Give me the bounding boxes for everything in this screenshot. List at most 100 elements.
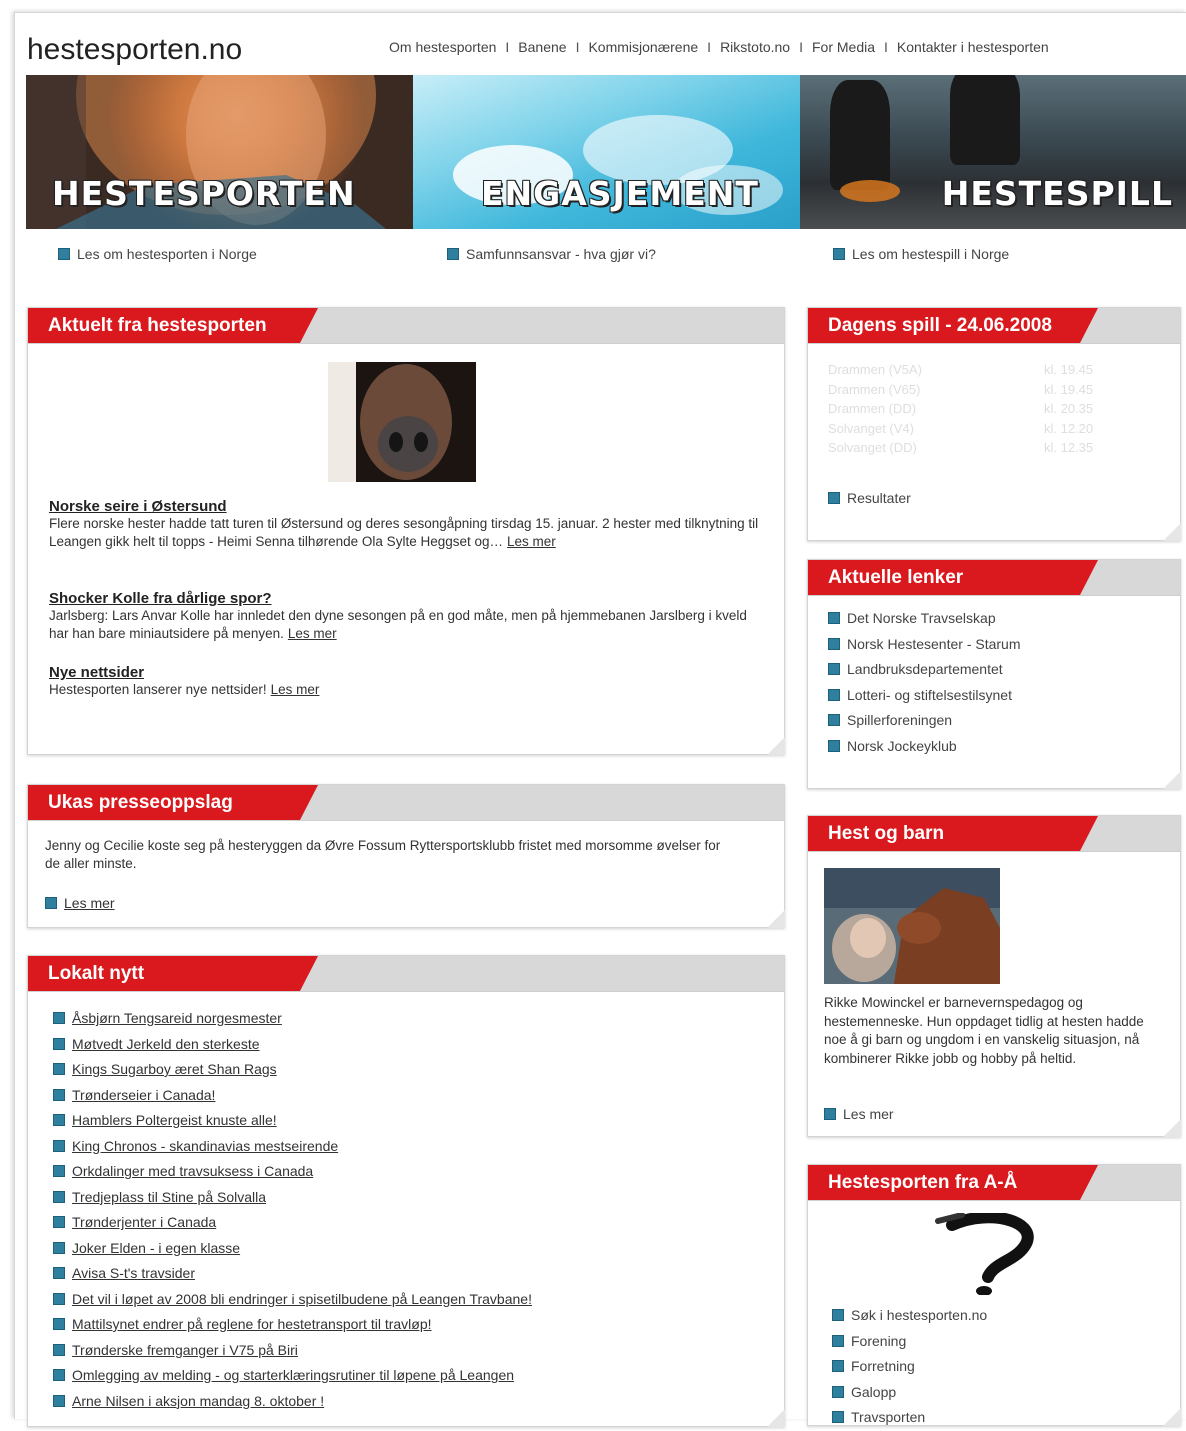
bullet-icon: [53, 1318, 65, 1330]
list-item[interactable]: Norsk Hestesenter - Starum: [828, 632, 1021, 658]
box-title: Ukas presseoppslag: [28, 785, 318, 820]
bullet-icon: [53, 1394, 65, 1407]
list-item[interactable]: Forening: [832, 1329, 987, 1355]
banner-row: HESTESPORTEN ENGASJEMENT HESTESPILL: [26, 75, 1186, 229]
local-news-list: Åsbjørn Tengsareid norgesmester Møtvedt …: [53, 1006, 532, 1414]
bullet-icon: [53, 1012, 65, 1024]
game-row[interactable]: Solvanget (V4) kl. 12.20: [828, 419, 1093, 439]
list-item: Trønderske fremganger i V75 på Biri: [53, 1338, 532, 1364]
list-item[interactable]: Søk i hestesporten.no: [832, 1303, 987, 1329]
nav-for-media[interactable]: For Media: [812, 39, 875, 55]
results-link[interactable]: Resultater: [828, 490, 911, 506]
nav-kommisjonaerene[interactable]: Kommisjonærene: [588, 39, 698, 55]
list-item: Hamblers Poltergeist knuste alle!: [53, 1108, 532, 1134]
presse-read-more[interactable]: Les mer: [45, 895, 115, 911]
hest-og-barn-box: Hest og barn Rikke Mowinckel er barnever…: [807, 815, 1181, 1137]
bullet-icon: [447, 248, 459, 260]
aktuelt-box: Aktuelt fra hestesporten Norske seire i …: [27, 307, 785, 755]
nav-rikstoto[interactable]: Rikstoto.no: [720, 39, 790, 55]
read-more-link[interactable]: Les mer: [507, 534, 556, 549]
site-logo[interactable]: hestesporten.no: [27, 33, 242, 67]
local-news-link[interactable]: Kings Sugarboy æret Shan Rags: [72, 1061, 277, 1077]
nav-banene[interactable]: Banene: [518, 39, 566, 55]
game-name: Drammen (DD): [828, 401, 917, 416]
banner-link-engasjement[interactable]: Samfunnsansvar - hva gjør vi?: [447, 246, 656, 262]
bullet-icon: [833, 248, 845, 260]
local-news-link[interactable]: Det vil i løpet av 2008 bli endringer i …: [72, 1291, 532, 1307]
game-row[interactable]: Drammen (DD) kl. 20.35: [828, 399, 1093, 419]
banner-hestesporten[interactable]: HESTESPORTEN: [26, 75, 413, 229]
banner-link-hestesporten[interactable]: Les om hestesporten i Norge: [58, 246, 257, 262]
presse-box: Ukas presseoppslag Jenny og Cecilie kost…: [27, 784, 785, 928]
list-item[interactable]: Landbruksdepartementet: [828, 657, 1021, 683]
hoof-shape: [830, 80, 890, 190]
bullet-icon: [53, 1037, 65, 1050]
link-label: Travsporten: [851, 1409, 926, 1425]
game-row[interactable]: Drammen (V5A) kl. 19.45: [828, 360, 1093, 380]
list-item: Orkdalinger med travsuksess i Canada: [53, 1159, 532, 1185]
banner-link-hestespill[interactable]: Les om hestespill i Norge: [833, 246, 1009, 262]
local-news-link[interactable]: Åsbjørn Tengsareid norgesmester: [72, 1010, 282, 1026]
list-item: Det vil i løpet av 2008 bli endringer i …: [53, 1287, 532, 1313]
bullet-icon: [53, 1292, 65, 1305]
link-label: Spillerforeningen: [847, 712, 953, 728]
local-news-link[interactable]: Joker Elden - i egen klasse: [72, 1240, 240, 1256]
read-more-link[interactable]: Les mer: [271, 682, 320, 697]
lokalt-box: Lokalt nytt Åsbjørn Tengsareid norgesmes…: [27, 955, 785, 1427]
link-label: Norsk Hestesenter - Starum: [847, 635, 1021, 652]
local-news-link[interactable]: Omlegging av melding - og starterklæring…: [72, 1367, 514, 1383]
local-news-link[interactable]: Orkdalinger med travsuksess i Canada: [72, 1163, 313, 1179]
nav-separator: I: [575, 39, 580, 55]
link-label: Les om hestespill i Norge: [852, 246, 1010, 262]
local-news-link[interactable]: Tredjeplass til Stine på Solvalla: [72, 1189, 266, 1205]
hest-og-barn-read-more[interactable]: Les mer: [824, 1106, 894, 1122]
local-news-link[interactable]: Trønderseier i Canada!: [72, 1087, 215, 1103]
nav-kontakter[interactable]: Kontakter i hestesporten: [897, 39, 1049, 55]
banner-hestespill[interactable]: HESTESPILL: [800, 75, 1186, 229]
a-aa-list: Søk i hestesporten.no Forening Forretnin…: [832, 1303, 987, 1431]
local-news-link[interactable]: Møtvedt Jerkeld den sterkeste: [72, 1036, 260, 1052]
list-item[interactable]: Norsk Jockeyklub: [828, 734, 1021, 760]
list-item[interactable]: Forretning: [832, 1354, 987, 1380]
banner-title: HESTESPILL: [941, 174, 1173, 213]
page: hestesporten.no Om hestesporten I Banene I K…: [14, 12, 1186, 1427]
bullet-icon: [828, 492, 840, 504]
link-label: Les mer: [843, 1106, 894, 1122]
bullet-icon: [828, 739, 840, 752]
list-item: Arne Nilsen i aksjon mandag 8. oktober !: [53, 1389, 532, 1415]
list-item[interactable]: Det Norske Travselskap: [828, 606, 1021, 632]
nav-separator: I: [707, 39, 712, 55]
box-header: Aktuelle lenker: [808, 560, 1180, 596]
hest-og-barn-text: Rikke Mowinckel er barnevernspedagog og …: [824, 995, 1144, 1066]
game-name: Drammen (V65): [828, 381, 921, 397]
news-title[interactable]: Nye nettsider: [49, 664, 763, 681]
list-item: Møtvedt Jerkeld den sterkeste: [53, 1032, 532, 1058]
news-title[interactable]: Norske seire i Østersund: [49, 498, 763, 515]
game-row[interactable]: Drammen (V65) kl. 19.45: [828, 380, 1093, 400]
local-news-link[interactable]: Avisa S-t's travsider: [72, 1265, 195, 1281]
bullet-icon: [832, 1309, 844, 1321]
game-row[interactable]: Solvanget (DD) kl. 12.35: [828, 438, 1093, 458]
list-item[interactable]: Galopp: [832, 1380, 987, 1406]
bullet-icon: [53, 1216, 65, 1228]
bullet-icon: [53, 1114, 65, 1126]
list-item[interactable]: Lotteri- og stiftelsestilsynet: [828, 683, 1021, 709]
news-text: Jarlsberg: Lars Anvar Kolle har innledet…: [49, 608, 747, 641]
news-title[interactable]: Shocker Kolle fra dårlige spor?: [49, 590, 763, 607]
local-news-link[interactable]: King Chronos - skandinavias mestseirende: [72, 1138, 338, 1154]
games-list: Drammen (V5A) kl. 19.45 Drammen (V65) kl. …: [828, 360, 1093, 458]
local-news-link[interactable]: Arne Nilsen i aksjon mandag 8. oktober !: [72, 1393, 324, 1409]
box-title: Aktuelt fra hestesporten: [28, 308, 318, 343]
link-label: Forretning: [851, 1358, 915, 1374]
read-more-link[interactable]: Les mer: [288, 626, 337, 641]
nav-om-hestesporten[interactable]: Om hestesporten: [389, 39, 496, 55]
local-news-link[interactable]: Trønderske fremganger i V75 på Biri: [72, 1342, 298, 1358]
read-more-link[interactable]: Les mer: [64, 895, 115, 911]
list-item[interactable]: Spillerforeningen: [828, 708, 1021, 734]
local-news-link[interactable]: Mattilsynet endrer på reglene for hestet…: [72, 1316, 432, 1332]
banner-engasjement[interactable]: ENGASJEMENT: [413, 75, 800, 229]
dagens-spill-box: Dagens spill - 24.06.2008 Drammen (V5A) k…: [807, 307, 1181, 541]
local-news-link[interactable]: Trønderjenter i Canada: [72, 1214, 216, 1230]
box-header: Dagens spill - 24.06.2008: [808, 308, 1180, 344]
local-news-link[interactable]: Hamblers Poltergeist knuste alle!: [72, 1112, 277, 1128]
